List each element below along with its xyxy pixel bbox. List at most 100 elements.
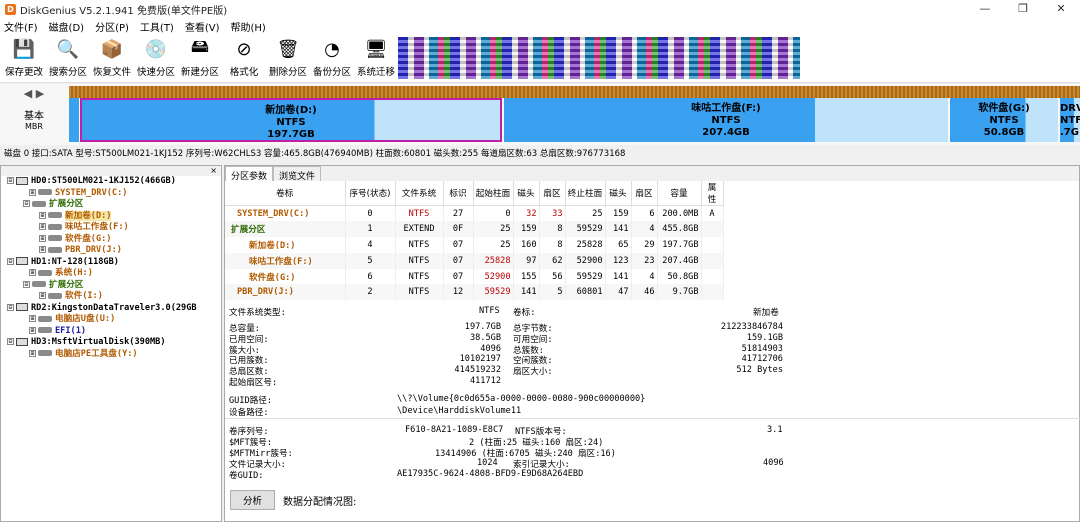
expand-icon[interactable]: ⊟ [7, 177, 14, 184]
table-row[interactable]: 扩展分区 1 EXTEND 0F 25 159 8 59529 141 4 455.8GB [225, 221, 724, 238]
table-row[interactable]: PBR_DRV(J:) 2 NTFS 12 59529 141 5 60801 47 46 9.7G… [225, 284, 724, 301]
close-panel-icon[interactable]: × [210, 166, 217, 175]
menu-item-0[interactable]: 文件(F) [4, 19, 38, 34]
expand-icon[interactable]: ⊟ [7, 303, 14, 311]
cell-text: 扩展分区 [231, 225, 266, 236]
table-cell: 4 [631, 268, 658, 285]
column-header[interactable]: 扇区 [631, 181, 658, 206]
column-header[interactable]: 标识 [443, 181, 474, 206]
column-header[interactable]: 磁头 [605, 181, 632, 206]
expand-icon[interactable]: ⊞ [29, 269, 36, 276]
tree-node[interactable]: ⊞ 味咕工作盘(F:) [1, 222, 221, 234]
column-header[interactable]: 卷标 [225, 181, 346, 206]
column-header[interactable]: 磁头 [513, 181, 540, 206]
tree-node[interactable]: ⊟ RD2:KingstonDataTraveler3.0(29GB [1, 303, 221, 315]
partition-block-f[interactable]: 味咕工作盘(F:) NTFS 207.4GB [504, 98, 948, 142]
partition-block-d[interactable]: 新加卷(D:) NTFS 197.7GB [80, 98, 502, 142]
tab-browse-files[interactable]: 浏览文件 [273, 166, 322, 182]
menu-item-3[interactable]: 工具(T) [140, 19, 174, 34]
analyze-button[interactable]: 分析 [230, 490, 276, 510]
table-row[interactable]: 新加卷(D:) 4 NTFS 07 25 160 8 25828 65 29 197.7GB [225, 237, 724, 253]
tree-node[interactable]: ⊞ 新加卷(D:) [1, 210, 221, 223]
table-cell: NTFS [395, 268, 444, 285]
expand-icon[interactable]: ⊞ [29, 188, 36, 196]
column-header[interactable]: 序号(状态) [345, 181, 396, 206]
recover-button[interactable]: 📦 恢复文件 [90, 35, 134, 83]
restore-button[interactable]: ❐ [1004, 0, 1042, 18]
extended-partition-bar[interactable] [69, 86, 1080, 98]
column-header[interactable]: 容量 [657, 181, 702, 206]
tree-node[interactable]: ⊞ 电脑店PE工具盘(Y:) [1, 349, 221, 361]
table-cell: NTFS [395, 205, 444, 222]
tree-node[interactable]: ⊞ 软件盘(G:) [1, 234, 221, 246]
expand-icon[interactable]: ⊞ [39, 223, 46, 230]
expand-icon[interactable]: ⊞ [39, 246, 46, 253]
menu-item-4[interactable]: 查看(V) [185, 19, 220, 34]
migrate-button[interactable]: 🖥 系统迁移 [354, 35, 398, 83]
tree-node[interactable]: ⊟ HD1:NT-128(118GB) [1, 257, 221, 269]
column-header[interactable]: 起始柱面 [473, 181, 514, 206]
table-cell: 141 [513, 284, 540, 301]
tree-node[interactable]: ⊞ SYSTEM_DRV(C:) [1, 188, 221, 200]
table-row[interactable]: SYSTEM_DRV(C:) 0 NTFS 27 0 32 33 25 159 6 200.0MB A [225, 205, 724, 222]
table-cell: 52900 [565, 252, 606, 269]
expand-icon[interactable]: ⊟ [7, 338, 14, 345]
tree-node[interactable]: ⊞ EFI(1) [1, 326, 221, 338]
expand-icon[interactable]: ⊟ [23, 280, 30, 288]
menu-item-2[interactable]: 分区(P) [95, 19, 129, 34]
menu-item-5[interactable]: 帮助(H) [231, 19, 266, 34]
expand-icon[interactable]: ⊞ [39, 211, 46, 219]
partition-icon [48, 212, 62, 218]
column-header[interactable]: 终止柱面 [565, 181, 606, 206]
expand-icon[interactable]: ⊟ [7, 257, 14, 265]
tree-node[interactable]: ⊟ 扩展分区 [1, 199, 221, 211]
column-header[interactable]: 属性 [701, 181, 724, 206]
partition-name-cell: 味咕工作盘(F:) [225, 252, 346, 269]
format-button[interactable]: ⊘ 格式化 [222, 35, 266, 83]
table-row[interactable]: 味咕工作盘(F:) 5 NTFS 07 25828 97 62 52900 123 23 207.4… [225, 252, 724, 269]
partition-block-j[interactable]: DRV NTFS .7G [1060, 98, 1080, 142]
toolbar-label: 保存更改 [4, 67, 43, 78]
table-cell: 32 [513, 205, 540, 222]
partition-name-cell: 软件盘(G:) [225, 268, 346, 285]
save-button[interactable]: 💾 保存更改 [2, 35, 46, 83]
tree-node[interactable]: ⊞ 软件(I:) [1, 291, 221, 303]
tree-node[interactable]: ⊞ 电脑店U盘(U:) [1, 314, 221, 326]
tab-partition-params[interactable]: 分区参数 [225, 166, 274, 182]
expand-icon[interactable]: ⊞ [39, 292, 46, 299]
tree-node[interactable]: ⊟ 扩展分区 [1, 280, 221, 292]
expand-icon[interactable]: ⊞ [39, 234, 46, 242]
minimize-button[interactable]: — [966, 0, 1004, 18]
tree-node[interactable]: ⊟ HD3:MsftVirtualDisk(390MB) [1, 337, 221, 349]
search-button[interactable]: 🔍 搜索分区 [46, 35, 90, 83]
expand-icon[interactable]: ⊟ [23, 200, 30, 207]
tree-node[interactable]: ⊞ PBR_DRV(J:) [1, 245, 221, 257]
partition-icon [38, 350, 52, 356]
tree-node[interactable]: ⊞ 系统(H:) [1, 268, 221, 280]
partition-block-system[interactable] [69, 98, 79, 142]
column-header[interactable]: 扇区 [539, 181, 566, 206]
fs-type-value: NTFS [479, 306, 500, 316]
table-cell: 155 [513, 268, 540, 285]
new-partition-button[interactable]: 🖴 新建分区 [178, 35, 222, 83]
backup-button[interactable]: ◔ 备份分区 [310, 35, 354, 83]
close-button[interactable]: ✕ [1042, 0, 1080, 18]
delete-button[interactable]: 🗑 删除分区 [266, 35, 310, 83]
table-row[interactable]: 软件盘(G:) 6 NTFS 07 52900 155 56 59529 141 4 50.8GB [225, 268, 724, 285]
allocation-map-label: 数据分配情况图: [283, 496, 357, 508]
tree-node[interactable]: ⊟ HD0:ST500LM021-1KJ152(466GB) [1, 176, 221, 188]
disk-nav-arrows[interactable]: ◀ ▶ [0, 87, 68, 100]
expand-icon[interactable]: ⊞ [29, 315, 36, 322]
expand-icon[interactable]: ⊞ [29, 349, 36, 357]
recover-icon: 📦 [100, 38, 124, 60]
expand-icon[interactable]: ⊞ [29, 326, 36, 334]
fs-type-label: 文件系统类型: [229, 308, 286, 318]
table-cell: 65 [605, 237, 632, 253]
partition-block-g[interactable]: 软件盘(G:) NTFS 50.8GB [950, 98, 1058, 142]
partition-icon [48, 246, 62, 253]
quick-partition-button[interactable]: 💿 快速分区 [134, 35, 178, 83]
column-header[interactable]: 文件系统 [395, 181, 444, 206]
disk-tree-panel: × ⊟ HD0:ST500LM021-1KJ152(466GB) ⊞ SYSTEM_D… [0, 165, 222, 522]
menu-item-1[interactable]: 磁盘(D) [49, 19, 85, 34]
ad-banner-image[interactable] [398, 37, 800, 79]
